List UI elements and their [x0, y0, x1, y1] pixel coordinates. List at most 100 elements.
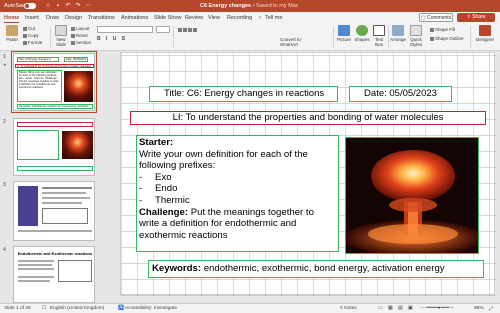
document-name: C6 Energy changes: [200, 3, 252, 9]
tab-recording[interactable]: Recording: [227, 15, 252, 21]
starter-box[interactable]: Starter: Write your own definition for e…: [136, 135, 339, 252]
new-slide-label: New Slide: [55, 37, 66, 47]
learning-intention-box[interactable]: LI: To understand the properties and bon…: [130, 111, 486, 125]
tab-insert[interactable]: Insert: [25, 15, 39, 21]
tab-view[interactable]: View: [208, 15, 220, 21]
keywords-box[interactable]: Keywords: endothermic, exothermic, bond …: [148, 260, 484, 278]
layout-button[interactable]: Layout: [71, 26, 90, 31]
slide-thumbnail-4[interactable]: Endothermic and Exothermic reactions: [13, 246, 95, 303]
paste-icon: [6, 25, 18, 36]
thumb-text-line: [18, 268, 54, 270]
tab-design[interactable]: Design: [65, 15, 82, 21]
slide-thumbnail-pane[interactable]: 1 ★ Title: C6 Energy changes in reaction…: [0, 51, 100, 303]
tab-home[interactable]: Home: [4, 15, 20, 23]
copy-label: Copy: [28, 33, 39, 38]
convert-smartart-label: Convert to SmartArt: [280, 37, 301, 47]
zoom-level[interactable]: 98%: [474, 306, 484, 311]
accessibility-status[interactable]: Accessibility: Investigate: [125, 306, 177, 311]
bullets-icon: [178, 27, 182, 32]
thumb-text-box: [17, 130, 59, 160]
shape-fill-label: Shape Fill: [435, 27, 456, 32]
shape-fill-button[interactable]: Shape Fill: [430, 27, 455, 32]
arrange-label: Arrange: [390, 37, 407, 42]
zoom-slider[interactable]: — ━━━━●━━━ +: [420, 306, 453, 311]
text-box-button[interactable]: Text Box: [372, 25, 386, 47]
format-painter-button[interactable]: Format: [23, 40, 42, 45]
thumbnail-number: 4: [3, 247, 6, 253]
spellcheck-icon[interactable]: ☐: [42, 306, 46, 311]
fit-slide-icon[interactable]: ⤢: [489, 306, 493, 312]
new-slide-icon: [55, 25, 67, 36]
more-icon[interactable]: ⋯: [84, 2, 92, 10]
language-indicator[interactable]: English (United Kingdom): [50, 306, 104, 311]
shape-outline-button[interactable]: Shape Outline: [430, 36, 464, 41]
tab-transitions[interactable]: Transitions: [88, 15, 115, 21]
thumb-heading: Endothermic and Exothermic reactions: [17, 251, 93, 256]
slide-thumbnail-3[interactable]: [13, 181, 95, 241]
challenge-label: Challenge:: [139, 206, 189, 218]
current-slide[interactable]: Title: C6: Energy changes in reactions D…: [120, 52, 496, 296]
tell-me-search[interactable]: Tell me: [265, 15, 282, 21]
share-button[interactable]: ⇪ Share: [457, 13, 495, 22]
numbering-icon: [183, 27, 187, 32]
undo-icon[interactable]: ↶: [64, 2, 72, 10]
powerpoint-window: AutoSave ⌂ ▪ ↶ ↷ ⋯ C6 Energy changes • S…: [0, 0, 500, 313]
thumb-image: [58, 260, 92, 282]
star-icon: ★: [3, 62, 7, 67]
format-buttons[interactable]: B I U S: [97, 36, 127, 42]
arrange-button[interactable]: Arrange: [390, 25, 406, 42]
prefix-endo: Endo: [155, 183, 178, 195]
reading-view-icon[interactable]: ▤: [398, 306, 403, 311]
convert-smartart-button[interactable]: Convert to SmartArt: [280, 37, 308, 47]
thumb-text-line: [42, 202, 82, 204]
cut-button[interactable]: Cut: [23, 26, 35, 31]
reset-button[interactable]: Reset: [71, 33, 88, 38]
sorter-view-icon[interactable]: ▦: [388, 306, 393, 311]
slide-thumbnail-2[interactable]: [13, 118, 95, 176]
tab-animations[interactable]: Animations: [121, 15, 148, 21]
autosave-toggle[interactable]: [24, 3, 36, 9]
slideshow-view-icon[interactable]: ▣: [408, 306, 413, 311]
thumb-text-line: [18, 280, 50, 282]
thumbnail-number: 3: [3, 182, 6, 188]
tab-draw[interactable]: Draw: [46, 15, 59, 21]
slide-date-box[interactable]: Date: 05/05/2023: [349, 86, 452, 102]
thumb-text-line: [18, 276, 54, 278]
share-label: Share: [472, 14, 486, 20]
comments-button[interactable]: ▢ Comments: [419, 13, 453, 22]
tab-review[interactable]: Review: [185, 15, 203, 21]
layout-icon: [71, 26, 75, 31]
shape-fill-icon: [430, 27, 434, 32]
starter-text: Write your own definition for each of th…: [139, 148, 308, 172]
paste-button[interactable]: Paste: [3, 25, 21, 42]
slide-thumbnail-1[interactable]: Title: C6 Energy changes in reactions Da…: [11, 51, 97, 113]
designer-button[interactable]: Designer: [475, 25, 495, 42]
font-size-input[interactable]: [156, 26, 170, 33]
section-label: Section: [76, 40, 92, 45]
notes-button[interactable]: ≡ Notes: [340, 306, 357, 311]
copy-button[interactable]: Copy: [23, 33, 39, 38]
picture-label: Picture: [336, 37, 351, 42]
thumb-sidebar-block: [18, 186, 38, 226]
new-slide-button[interactable]: New Slide: [53, 25, 69, 47]
redo-icon[interactable]: ↷: [74, 2, 82, 10]
thumb-text-line: [42, 187, 92, 189]
document-title: C6 Energy changes • Saved to my Mac: [200, 3, 299, 9]
save-icon[interactable]: ▪: [54, 2, 62, 10]
tab-slide-show[interactable]: Slide Show: [154, 15, 182, 21]
text-box-label: Text Box: [374, 37, 384, 47]
home-icon[interactable]: ⌂: [44, 2, 52, 10]
picture-button[interactable]: Picture: [336, 25, 352, 42]
font-name-input[interactable]: [97, 26, 153, 33]
paragraph-group[interactable]: [178, 27, 268, 45]
slide-title-box[interactable]: Title: C6: Energy changes in reactions: [149, 86, 338, 102]
shapes-button[interactable]: Shapes: [354, 25, 370, 42]
explosion-image[interactable]: [345, 137, 479, 254]
section-icon: [71, 40, 75, 45]
quick-styles-button[interactable]: Quick Styles: [408, 25, 424, 47]
indent-icon: [188, 27, 192, 32]
normal-view-icon[interactable]: ▭: [378, 306, 383, 311]
section-button[interactable]: Section: [71, 40, 91, 45]
thumb-keywords: Keywords: endothermic, exothermic, bond …: [17, 104, 93, 109]
thumb-starter: Starter: Write your own definition for e…: [17, 70, 62, 102]
